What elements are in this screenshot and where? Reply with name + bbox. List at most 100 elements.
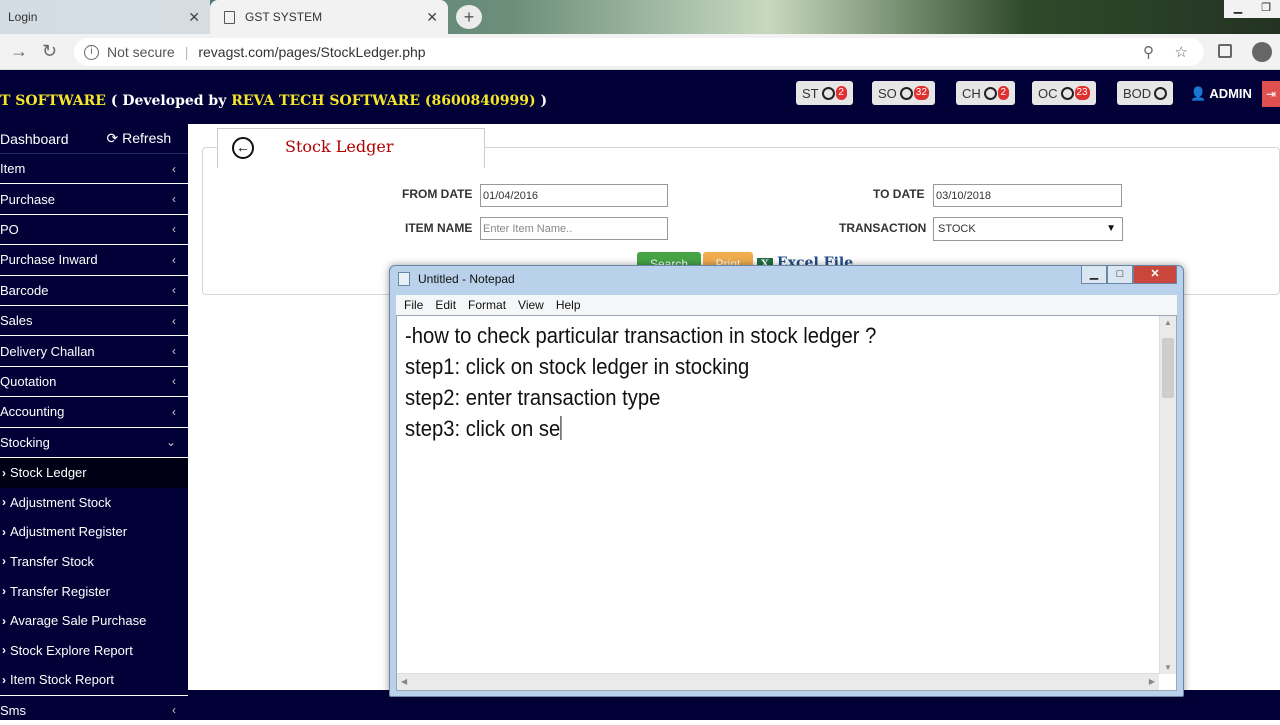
panel-header: ← Stock Ledger bbox=[217, 128, 485, 168]
sidebar-subitem-adjustment-register[interactable]: › Adjustment Register bbox=[0, 517, 188, 547]
sidebar-subitem-item-stock-report[interactable]: › Item Stock Report bbox=[0, 665, 188, 695]
bod-button[interactable]: BOD bbox=[1117, 81, 1174, 105]
from-date-field[interactable] bbox=[480, 184, 668, 207]
close-tab-icon[interactable]: ✕ bbox=[426, 9, 438, 26]
user-icon: 👤 bbox=[1190, 86, 1207, 101]
refresh-icon: ⟳ bbox=[106, 130, 119, 146]
minimize-icon[interactable]: ▁ bbox=[1081, 266, 1107, 284]
oc-button[interactable]: OC 23 bbox=[1032, 81, 1096, 105]
scroll-left-icon[interactable]: ◀ bbox=[401, 677, 407, 686]
notepad-icon bbox=[398, 272, 410, 286]
text-line: -how to check particular transaction in … bbox=[405, 323, 877, 348]
sidebar-subitem-avarage-sale-purchase[interactable]: › Avarage Sale Purchase bbox=[0, 606, 188, 636]
item-name-field[interactable] bbox=[480, 217, 668, 240]
url-field[interactable]: i Not secure | revagst.com/pages/StockLe… bbox=[74, 38, 1204, 66]
tab-gst-system[interactable]: GST SYSTEM ✕ bbox=[210, 0, 448, 34]
sidebar-item-purchase[interactable]: Purchase ‹ bbox=[0, 184, 188, 215]
scroll-up-icon[interactable]: ▲ bbox=[1164, 318, 1172, 327]
scroll-thumb[interactable] bbox=[1162, 338, 1174, 398]
sidebar-item-sales[interactable]: Sales ‹ bbox=[0, 306, 188, 337]
logout-icon[interactable]: ⇥ bbox=[1262, 81, 1280, 107]
tab-login[interactable]: Login ✕ bbox=[0, 0, 210, 34]
menu-file[interactable]: File bbox=[404, 298, 423, 312]
sidebar-item-po[interactable]: PO ‹ bbox=[0, 215, 188, 246]
sidebar-subitem-stock-ledger[interactable]: › Stock Ledger bbox=[0, 457, 188, 488]
sidebar-item-accounting[interactable]: Accounting ‹ bbox=[0, 397, 188, 428]
dashboard-link[interactable]: Dashboard bbox=[0, 131, 69, 147]
menu-edit[interactable]: Edit bbox=[435, 298, 456, 312]
sidebar-item-label: Quotation bbox=[0, 373, 57, 389]
notepad-window: Untitled - Notepad ▁ □ ✕ File Edit Forma… bbox=[389, 265, 1184, 697]
notepad-text-area[interactable]: -how to check particular transaction in … bbox=[396, 315, 1177, 691]
menu-help[interactable]: Help bbox=[556, 298, 581, 312]
chevron-left-icon: ‹ bbox=[172, 313, 176, 328]
chevron-left-icon: ‹ bbox=[172, 283, 176, 298]
sidebar-subitem-transfer-stock[interactable]: › Transfer Stock bbox=[0, 547, 188, 577]
notepad-titlebar: Untitled - Notepad bbox=[398, 272, 515, 286]
transaction-value: STOCK bbox=[938, 223, 976, 235]
transaction-select[interactable]: STOCK ▼ bbox=[933, 217, 1123, 241]
text-line: step2: enter transaction type bbox=[405, 385, 661, 410]
app-title-company: REVA TECH SOFTWARE (8600840999) bbox=[231, 93, 536, 109]
extension-icon[interactable] bbox=[1218, 44, 1232, 58]
forward-icon[interactable]: → bbox=[10, 41, 28, 62]
chevron-left-icon: ‹ bbox=[172, 222, 176, 237]
info-icon[interactable]: i bbox=[84, 44, 99, 60]
scroll-right-icon[interactable]: ▶ bbox=[1149, 677, 1155, 686]
chevron-right-icon: › bbox=[2, 643, 6, 658]
sidebar-item-delivery-challan[interactable]: Delivery Challan ‹ bbox=[0, 336, 188, 367]
app-title-prefix: T SOFTWARE bbox=[0, 93, 106, 109]
text-cursor bbox=[560, 416, 562, 440]
maximize-icon[interactable]: □ bbox=[1107, 266, 1133, 284]
menu-view[interactable]: View bbox=[518, 298, 544, 312]
minimize-icon[interactable]: ▁ bbox=[1224, 0, 1252, 18]
clock-icon bbox=[1060, 86, 1074, 100]
app-title-close: ) bbox=[535, 93, 548, 109]
refresh-link[interactable]: ⟳ Refresh bbox=[107, 130, 172, 147]
sidebar-subitem-transfer-register[interactable]: › Transfer Register bbox=[0, 576, 188, 606]
admin-menu[interactable]: 👤 ADMIN bbox=[1190, 86, 1252, 102]
clock-icon bbox=[821, 86, 835, 100]
profile-avatar-icon[interactable] bbox=[1252, 42, 1272, 62]
close-tab-icon[interactable]: ✕ bbox=[188, 9, 200, 26]
so-button[interactable]: SO 32 bbox=[872, 81, 935, 105]
ch-button[interactable]: CH 2 bbox=[956, 81, 1015, 105]
vertical-scrollbar[interactable]: ▲ ▼ bbox=[1159, 316, 1176, 674]
dropdown-arrow-icon: ▼ bbox=[1106, 223, 1116, 234]
clock-icon bbox=[899, 86, 913, 100]
sidebar-item-item[interactable]: Item ‹ bbox=[0, 154, 188, 185]
horizontal-scrollbar[interactable]: ◀ ▶ bbox=[397, 673, 1159, 690]
to-date-field[interactable] bbox=[933, 184, 1122, 207]
new-tab-icon[interactable]: + bbox=[456, 5, 482, 29]
notepad-window-controls: ▁ □ ✕ bbox=[1081, 266, 1177, 284]
address-bar: → ↻ i Not secure | revagst.com/pages/Sto… bbox=[0, 34, 1280, 70]
sidebar-subitem-adjustment-stock[interactable]: › Adjustment Stock bbox=[0, 488, 188, 518]
chevron-left-icon: ‹ bbox=[172, 404, 176, 419]
chevron-right-icon: › bbox=[2, 554, 6, 569]
close-icon[interactable]: ✕ bbox=[1133, 266, 1177, 284]
sidebar-item-purchase-inward[interactable]: Purchase Inward ‹ bbox=[0, 245, 188, 276]
menu-format[interactable]: Format bbox=[468, 298, 506, 312]
sidebar-item-label: Purchase Inward bbox=[0, 252, 98, 268]
sidebar-subitem-stock-explore-report[interactable]: › Stock Explore Report bbox=[0, 635, 188, 665]
restore-icon[interactable]: ❐ bbox=[1252, 0, 1280, 18]
chevron-down-icon: ⌄ bbox=[165, 435, 176, 450]
reload-icon[interactable]: ↻ bbox=[42, 41, 57, 62]
chevron-left-icon: ‹ bbox=[172, 161, 176, 176]
window-controls: ▁ ❐ bbox=[1224, 0, 1280, 18]
back-arrow-icon[interactable]: ← bbox=[232, 137, 254, 159]
ch-badge: 2 bbox=[997, 86, 1009, 100]
sidebar-item-stocking[interactable]: Stocking ⌄ bbox=[0, 428, 188, 458]
scroll-down-icon[interactable]: ▼ bbox=[1164, 663, 1172, 672]
chevron-left-icon: ‹ bbox=[172, 344, 176, 359]
sidebar-item-barcode[interactable]: Barcode ‹ bbox=[0, 276, 188, 306]
tab-label: Login bbox=[8, 10, 38, 24]
refresh-label: Refresh bbox=[122, 130, 172, 146]
sidebar-item-sms[interactable]: Sms ‹ bbox=[0, 694, 188, 725]
st-button[interactable]: ST 2 bbox=[796, 81, 853, 105]
zoom-icon[interactable]: ⚲ bbox=[1143, 43, 1154, 61]
sidebar-item-quotation[interactable]: Quotation ‹ bbox=[0, 367, 188, 398]
bookmark-star-icon[interactable]: ☆ bbox=[1175, 43, 1188, 61]
clock-icon bbox=[983, 86, 997, 100]
notepad-text: -how to check particular transaction in … bbox=[405, 320, 876, 444]
